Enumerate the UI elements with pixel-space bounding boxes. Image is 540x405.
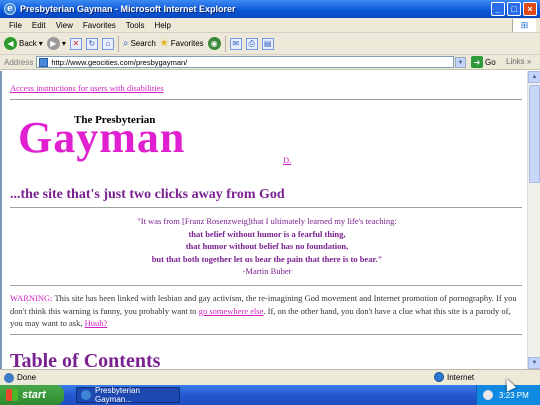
forward-button[interactable]: ▶ ▾ — [46, 37, 66, 50]
chevron-down-icon: ▾ — [61, 39, 66, 48]
favorites-label: Favorites — [170, 39, 204, 48]
window-titlebar[interactable]: e Presbyterian Gayman - Microsoft Intern… — [0, 0, 540, 18]
media-icon[interactable]: ◉ — [207, 37, 221, 50]
access-instructions-link[interactable]: Access instructions for users with disab… — [10, 83, 164, 93]
close-button[interactable]: × — [523, 2, 537, 16]
taskbar: start Presbyterian Gayman... 3:23 PM — [0, 385, 540, 405]
taskbar-item-ie[interactable]: Presbyterian Gayman... — [76, 386, 180, 404]
address-dropdown-icon[interactable]: ▼ — [455, 57, 466, 68]
links-label: Links — [506, 57, 525, 66]
logo-presbyterian: The Presbyterian — [74, 114, 156, 126]
scroll-down-icon[interactable]: ▼ — [528, 357, 540, 369]
page-content: Access instructions for users with disab… — [0, 71, 527, 369]
warning-paragraph: WARNING: This site has been linked with … — [10, 292, 525, 330]
menu-view[interactable]: View — [51, 21, 78, 30]
vertical-scrollbar[interactable]: ▲ ▼ — [527, 71, 540, 369]
divider — [10, 207, 522, 208]
address-input[interactable]: http://www.geocities.com/presbygayman/ — [36, 56, 455, 68]
quote-line: that belief without humor is a fearful t… — [188, 228, 346, 239]
toolbar-separator — [117, 35, 119, 52]
chevron-down-icon: ▾ — [38, 39, 43, 48]
go-label: Go — [485, 57, 496, 67]
status-text: Done — [17, 373, 37, 382]
divider — [10, 99, 522, 100]
menu-file[interactable]: File — [4, 21, 27, 30]
window-title: Presbyterian Gayman - Microsoft Internet… — [20, 4, 236, 14]
refresh-icon[interactable]: ↻ — [85, 37, 98, 50]
toolbar-separator — [224, 35, 226, 52]
edit-icon[interactable]: ▤ — [261, 37, 274, 50]
maximize-button[interactable]: □ — [507, 2, 521, 16]
quote-line: that humor without belief has no foundat… — [185, 241, 349, 251]
search-label: Search — [130, 39, 156, 48]
toc-heading: Table of Contents — [10, 350, 161, 369]
security-zone: Internet — [434, 372, 474, 382]
task-label: Presbyterian Gayman... — [95, 386, 140, 404]
tagline: ...the site that's just two clicks away … — [10, 187, 285, 202]
scroll-up-icon[interactable]: ▲ — [528, 71, 540, 83]
favorites-button[interactable]: ★ Favorites — [160, 38, 204, 49]
divider — [10, 334, 522, 335]
stop-icon[interactable]: ✕ — [69, 37, 82, 50]
divider — [10, 285, 522, 286]
window-controls: _ □ × — [491, 2, 537, 16]
menu-favorites[interactable]: Favorites — [78, 21, 121, 30]
back-label: Back — [19, 39, 37, 48]
forward-arrow-icon: ▶ — [46, 37, 60, 50]
scroll-thumb[interactable] — [529, 85, 540, 183]
huuh-link[interactable]: Huuh? — [85, 318, 108, 328]
toolbar: ◀ Back ▾ ▶ ▾ ✕ ↻ ⌂ ⌕ Search ★ Favorites … — [0, 33, 540, 55]
search-icon: ⌕ — [122, 38, 129, 49]
quote-line: "It was from [Franz Rosenzweig]that I ul… — [137, 216, 397, 226]
status-bar: Done Internet — [0, 369, 540, 385]
back-button[interactable]: ◀ Back ▾ — [4, 37, 43, 50]
page-done-icon — [4, 372, 14, 383]
d-link[interactable]: D. — [283, 155, 291, 165]
start-button[interactable]: start — [0, 385, 64, 405]
mail-icon[interactable]: ✉ — [229, 37, 242, 50]
tray-icon[interactable] — [483, 390, 493, 400]
clock: 3:23 PM — [499, 390, 529, 400]
buber-quote: "It was from [Franz Rosenzweig]that I ul… — [22, 215, 512, 278]
address-url: http://www.geocities.com/presbygayman/ — [51, 57, 188, 67]
menu-bar: File Edit View Favorites Tools Help ⊞ — [0, 18, 540, 33]
go-button[interactable]: ➜ Go — [471, 56, 496, 68]
ie-icon: e — [4, 3, 16, 15]
address-label: Address — [4, 57, 34, 67]
star-icon: ★ — [159, 38, 169, 49]
page-icon — [39, 57, 49, 67]
search-button[interactable]: ⌕ Search — [123, 38, 156, 49]
back-arrow-icon: ◀ — [4, 37, 17, 50]
minimize-button[interactable]: _ — [491, 2, 505, 16]
print-icon[interactable]: ⎙ — [245, 37, 258, 50]
go-arrow-icon: ➜ — [471, 56, 483, 68]
go-somewhere-else-link[interactable]: go somewhere else — [199, 306, 264, 316]
links-button[interactable]: Links » — [506, 57, 531, 66]
warning-label: WARNING: — [10, 293, 53, 303]
menu-tools[interactable]: Tools — [121, 21, 150, 30]
menu-edit[interactable]: Edit — [27, 21, 51, 30]
quote-line: but that both together let us bear the p… — [151, 253, 383, 264]
windows-flag-icon: ⊞ — [512, 19, 536, 32]
home-icon[interactable]: ⌂ — [101, 37, 114, 50]
globe-icon — [434, 372, 444, 382]
ie-icon — [81, 390, 91, 400]
quote-attribution: -Martin Buber — [242, 266, 292, 276]
zone-label: Internet — [447, 372, 475, 382]
start-label: start — [22, 389, 46, 401]
menu-help[interactable]: Help — [149, 21, 175, 30]
windows-logo-icon — [6, 389, 18, 401]
